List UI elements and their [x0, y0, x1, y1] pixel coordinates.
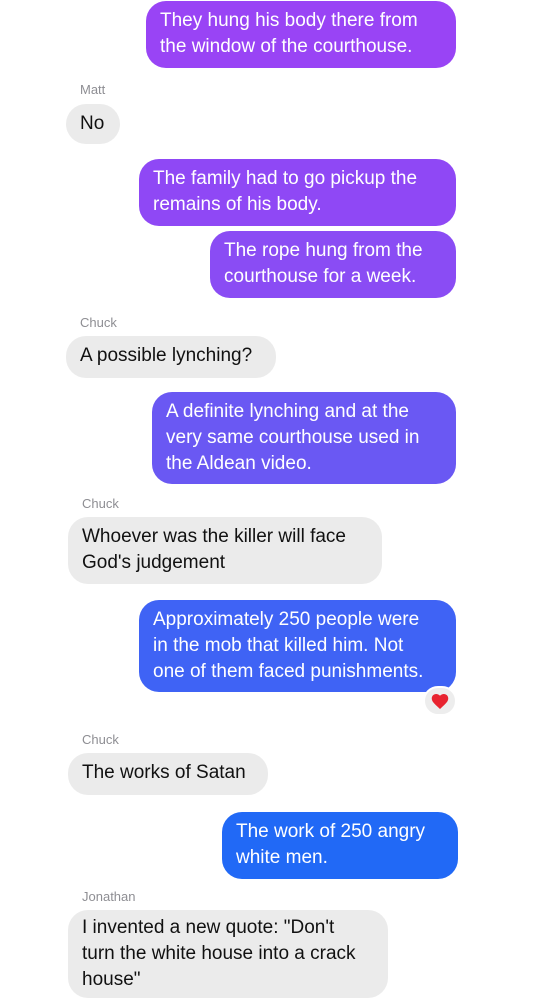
sender-name: Jonathan: [82, 889, 136, 904]
received-message[interactable]: I invented a new quote: "Don't turn the …: [68, 910, 388, 998]
sender-name: Chuck: [80, 315, 117, 330]
received-message[interactable]: A possible lynching?: [66, 336, 276, 378]
sent-message[interactable]: The work of 250 angry white men.: [222, 812, 458, 879]
received-message[interactable]: The works of Satan: [68, 753, 268, 795]
sender-name: Chuck: [82, 732, 119, 747]
sender-name: Matt: [80, 82, 106, 97]
received-message[interactable]: No: [66, 104, 120, 144]
reaction-badge[interactable]: [423, 686, 457, 716]
sent-message[interactable]: The family had to go pickup the remains …: [139, 159, 456, 226]
sender-name: Chuck: [82, 496, 119, 511]
sent-message[interactable]: A definite lynching and at the very same…: [152, 392, 456, 484]
sent-message[interactable]: They hung his body there from the window…: [146, 1, 456, 68]
received-message[interactable]: Whoever was the killer will face God's j…: [68, 517, 382, 584]
sent-message[interactable]: The rope hung from the courthouse for a …: [210, 231, 456, 298]
heart-icon: [431, 693, 449, 709]
sent-message[interactable]: Approximately 250 people were in the mob…: [139, 600, 456, 692]
chat-thread[interactable]: They hung his body there from the window…: [0, 0, 537, 1000]
